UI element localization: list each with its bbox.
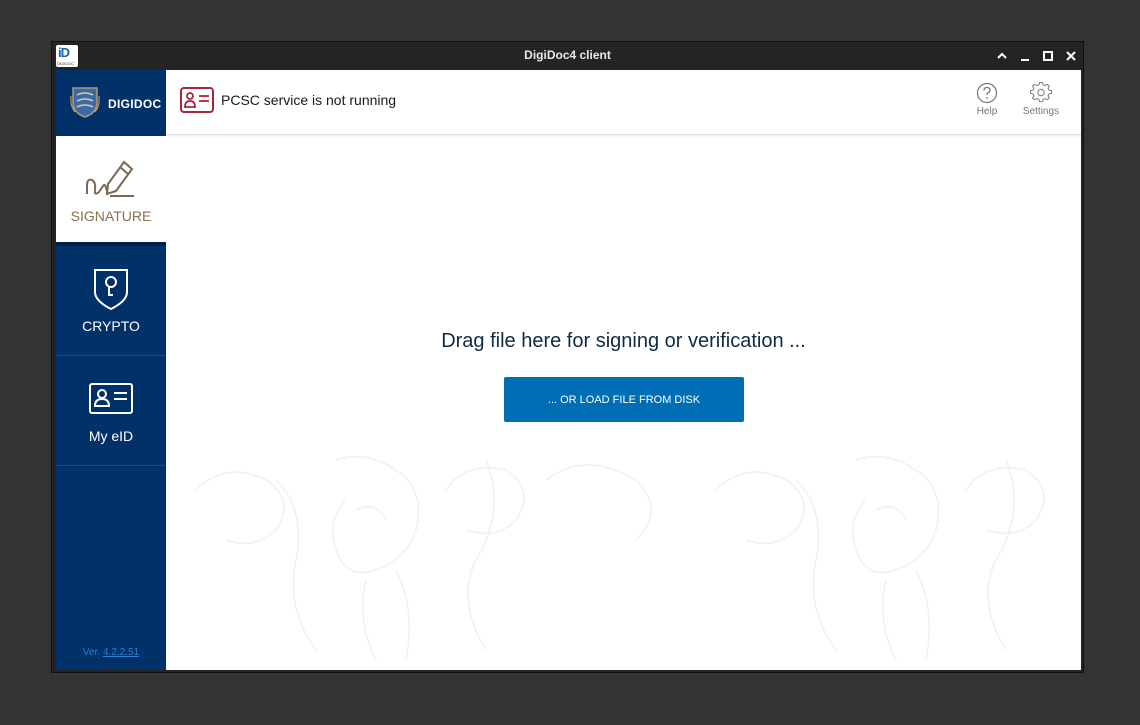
nav-label-crypto: CRYPTO bbox=[82, 318, 140, 334]
version-prefix: Ver. bbox=[82, 647, 101, 658]
gear-icon bbox=[1030, 82, 1052, 103]
help-label: Help bbox=[976, 106, 998, 117]
help-button[interactable]: Help bbox=[962, 82, 1012, 124]
minimize-icon bbox=[1021, 59, 1029, 61]
content-area: PCSC service is not running Help Setting… bbox=[166, 70, 1081, 670]
nav-label-signature: SIGNATURE bbox=[70, 208, 152, 224]
app-window: iD DIGIDOC DigiDoc4 client DIGIDOC SIGNA… bbox=[51, 41, 1084, 673]
nav-divider bbox=[56, 465, 166, 466]
logo-text: DIGIDOC bbox=[108, 97, 162, 111]
window-title: DigiDoc4 client bbox=[524, 48, 611, 62]
close-button[interactable] bbox=[1063, 48, 1079, 64]
card-status-text: PCSC service is not running bbox=[221, 92, 397, 108]
lion-watermark-image bbox=[195, 455, 1045, 661]
drop-zone-text: Drag file here for signing or verificati… bbox=[441, 330, 806, 352]
settings-label: Settings bbox=[1022, 106, 1060, 117]
version-info: Ver. 4.2.2.51 bbox=[56, 647, 166, 658]
nav-item-my-eid[interactable]: My eID bbox=[56, 356, 166, 466]
header-bar: PCSC service is not running Help Setting… bbox=[166, 70, 1081, 135]
version-link[interactable]: 4.2.2.51 bbox=[103, 647, 139, 658]
load-file-button[interactable]: ... OR LOAD FILE FROM DISK bbox=[504, 377, 744, 422]
settings-button[interactable]: Settings bbox=[1016, 82, 1066, 124]
help-icon bbox=[976, 82, 998, 104]
estonian-crest-icon bbox=[70, 87, 100, 118]
minimize-button[interactable] bbox=[1017, 48, 1033, 64]
window-shade-button[interactable] bbox=[994, 48, 1010, 64]
sidebar-logo: DIGIDOC bbox=[56, 70, 166, 137]
id-card-icon bbox=[89, 383, 133, 414]
nav-label-my-eid: My eID bbox=[88, 428, 134, 444]
nav-item-crypto[interactable]: CRYPTO bbox=[56, 246, 166, 356]
close-icon bbox=[1066, 51, 1076, 61]
maximize-icon bbox=[1043, 51, 1053, 61]
title-bar[interactable]: iD DIGIDOC DigiDoc4 client bbox=[52, 42, 1083, 70]
nav-item-signature[interactable]: SIGNATURE bbox=[56, 136, 166, 246]
signature-icon bbox=[86, 160, 134, 197]
id-card-status-icon bbox=[180, 87, 214, 113]
sidebar: DIGIDOC SIGNATURE CRYPTO My eID Ver. 4.2… bbox=[56, 70, 166, 670]
shield-lock-icon bbox=[94, 269, 128, 310]
maximize-button[interactable] bbox=[1040, 48, 1056, 64]
chevron-up-icon bbox=[997, 52, 1007, 59]
main-area: DIGIDOC SIGNATURE CRYPTO My eID Ver. 4.2… bbox=[56, 70, 1081, 670]
